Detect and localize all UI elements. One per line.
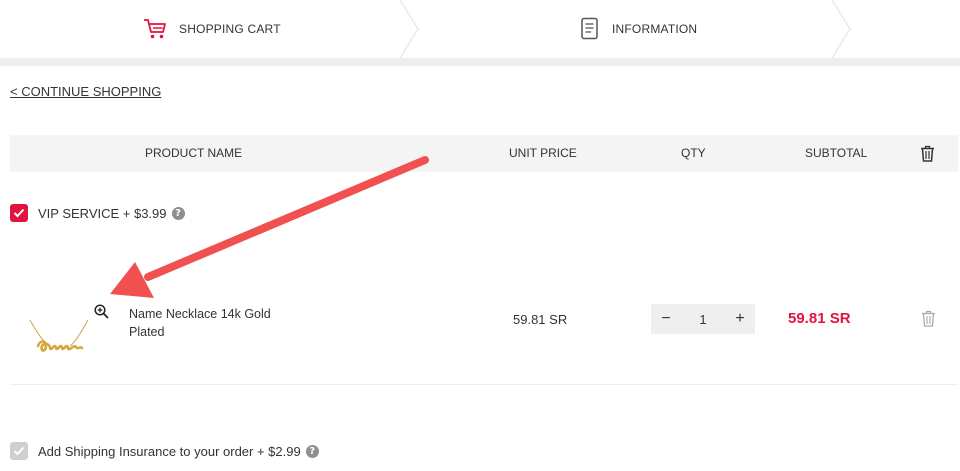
header-subtotal: SUBTOTAL — [805, 146, 868, 160]
unit-price: 59.81 SR — [513, 312, 568, 327]
increase-quantity-button[interactable]: + — [725, 310, 755, 328]
continue-shopping-link[interactable]: < CONTINUE SHOPPING — [10, 84, 161, 99]
cart-item-row: Name Necklace 14k Gold Plated 59.81 SR −… — [10, 254, 958, 385]
header-unit-price: UNIT PRICE — [509, 146, 577, 160]
header-qty: QTY — [681, 146, 706, 160]
shipping-insurance-label: Add Shipping Insurance to your order + $… — [38, 443, 301, 459]
zoom-in-icon[interactable] — [94, 304, 109, 324]
document-icon — [580, 17, 600, 41]
shipping-insurance-checkbox[interactable] — [10, 442, 28, 460]
vip-service-checkbox[interactable] — [10, 204, 28, 222]
product-thumbnail[interactable] — [24, 316, 94, 364]
steps-divider — [0, 58, 960, 66]
step-separator — [399, 0, 419, 58]
quantity-value[interactable]: 1 — [688, 312, 718, 327]
cart-table-header: PRODUCT NAME UNIT PRICE QTY SUBTOTAL — [10, 135, 958, 172]
step-information[interactable]: INFORMATION — [580, 0, 697, 58]
trash-icon[interactable] — [921, 310, 936, 332]
check-icon — [13, 446, 25, 456]
help-icon[interactable]: ? — [171, 206, 185, 220]
trash-icon[interactable] — [920, 145, 935, 167]
decrease-quantity-button[interactable]: − — [651, 310, 681, 328]
cart-icon — [143, 18, 167, 40]
checkout-steps: SHOPPING CART INFORMATION — [0, 0, 960, 58]
help-icon[interactable]: ? — [305, 444, 319, 458]
vip-service-option: VIP SERVICE + $3.99 ? — [10, 204, 185, 222]
step-shopping-cart[interactable]: SHOPPING CART — [143, 0, 281, 58]
shipping-insurance-option: Add Shipping Insurance to your order + $… — [10, 442, 319, 460]
item-subtotal: 59.81 SR — [788, 310, 851, 327]
header-product-name: PRODUCT NAME — [145, 146, 243, 160]
step-label: INFORMATION — [612, 22, 698, 36]
step-separator — [831, 0, 851, 58]
annotation-arrow — [110, 156, 429, 298]
check-icon — [13, 208, 25, 218]
quantity-stepper: − 1 + — [651, 304, 755, 334]
step-label: SHOPPING CART — [179, 22, 281, 36]
product-name[interactable]: Name Necklace 14k Gold Plated — [129, 305, 299, 341]
vip-service-label: VIP SERVICE + $3.99 — [38, 205, 167, 221]
